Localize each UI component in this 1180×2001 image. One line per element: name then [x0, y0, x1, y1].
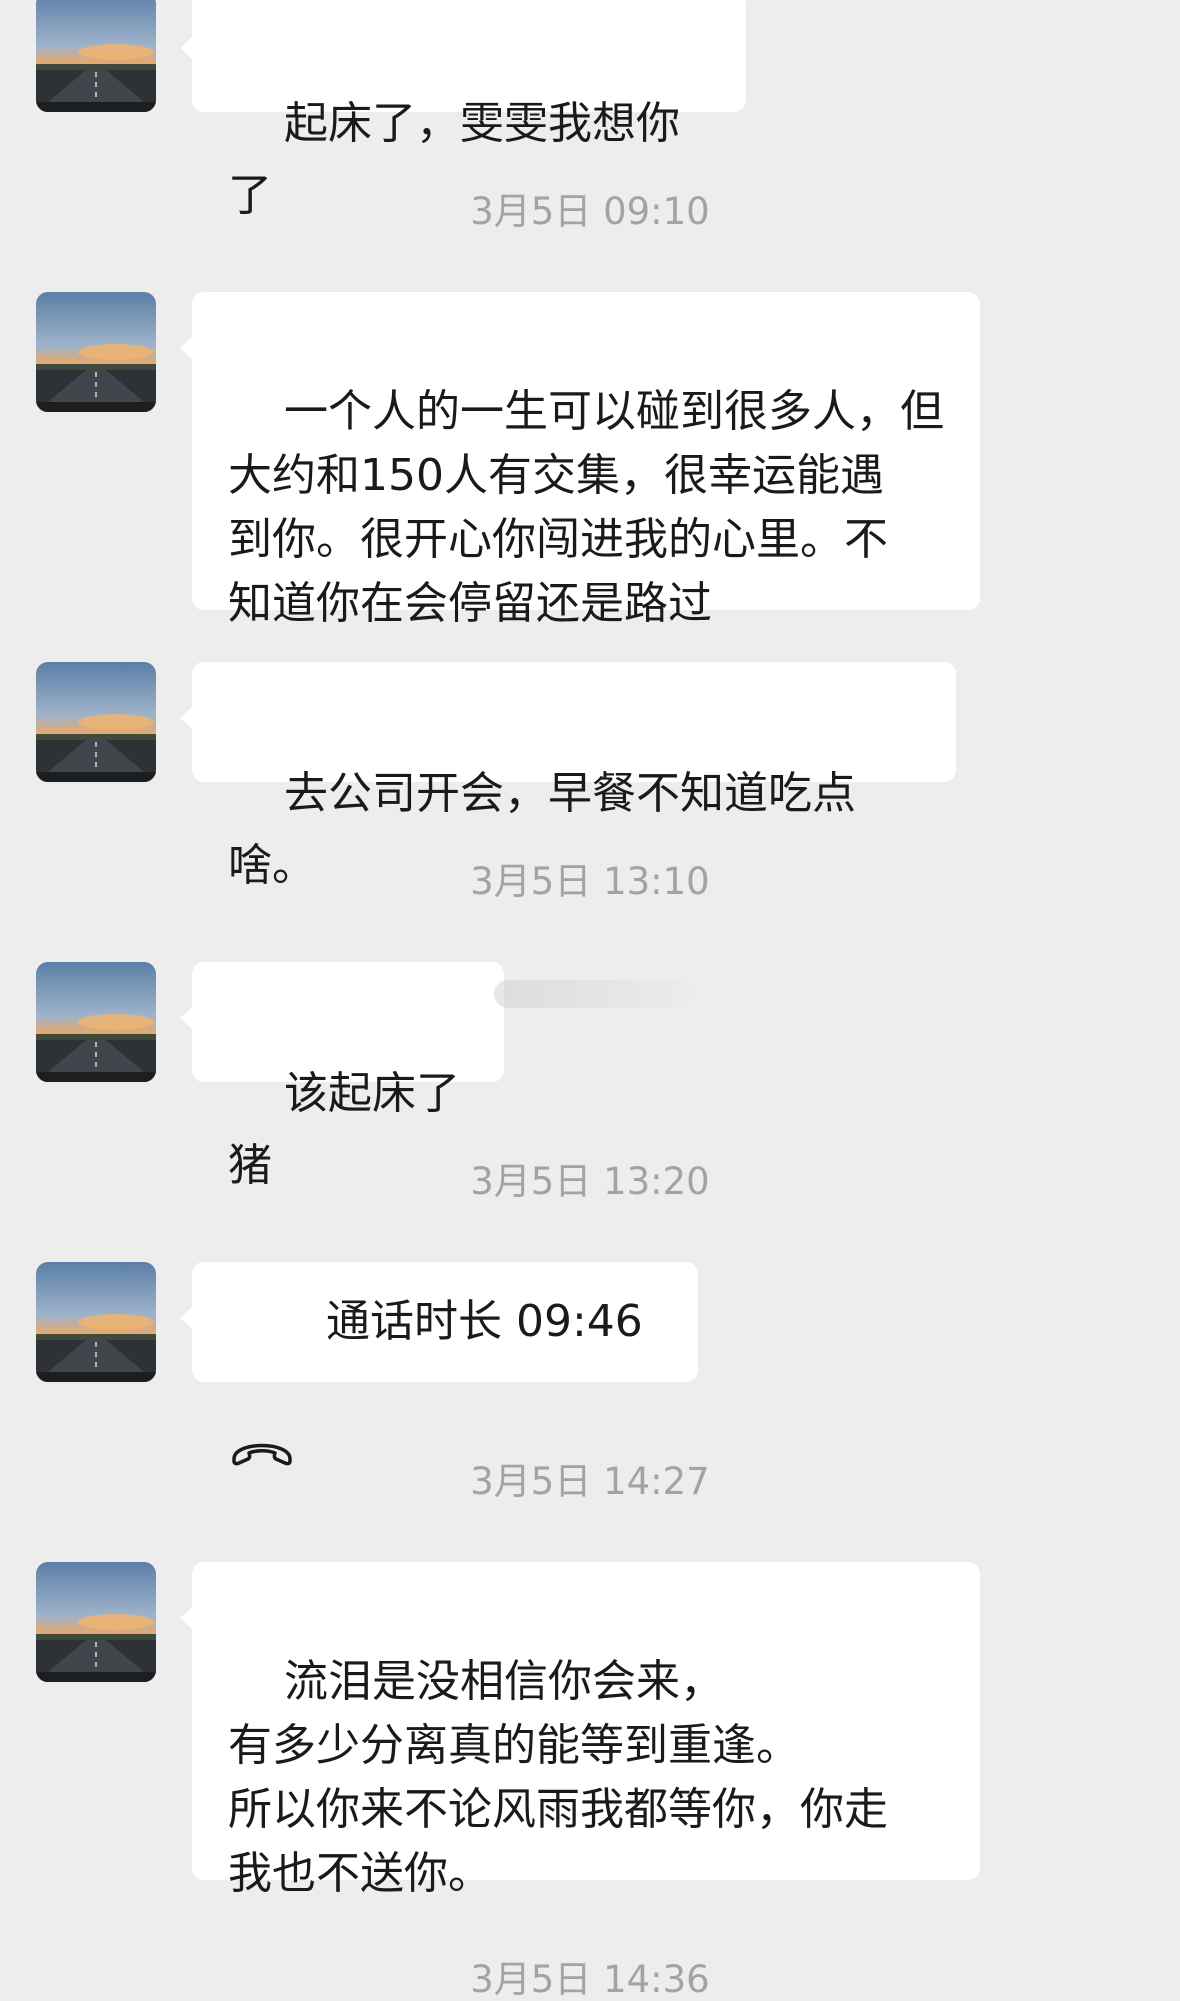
contact-avatar[interactable]	[36, 292, 156, 412]
message-timestamp: 3月5日 14:36	[470, 1958, 710, 2001]
message-text: 流泪是没相信你会来， 有多少分离真的能等到重逢。 所以你来不论风雨我都等你，你走…	[228, 1656, 888, 1899]
sunset-road-avatar-icon	[36, 662, 156, 782]
call-duration-text: 通话时长 09:46	[326, 1296, 643, 1347]
sunset-road-avatar-icon	[36, 962, 156, 1082]
contact-avatar[interactable]	[36, 1262, 156, 1382]
message-timestamp: 3月5日 09:10	[470, 190, 710, 233]
contact-avatar[interactable]	[36, 662, 156, 782]
message-bubble[interactable]: 去公司开会，早餐不知道吃点啥。	[180, 662, 956, 891]
contact-avatar[interactable]	[36, 962, 156, 1082]
blurred-watermark	[494, 980, 694, 1008]
message-timestamp: 3月5日 14:27	[470, 1460, 710, 1503]
contact-avatar[interactable]	[36, 1562, 156, 1682]
message-bubble[interactable]: 流泪是没相信你会来， 有多少分离真的能等到重逢。 所以你来不论风雨我都等你，你走…	[180, 1562, 980, 1899]
message-timestamp: 3月5日 13:20	[470, 1160, 710, 1203]
sunset-road-avatar-icon	[36, 292, 156, 412]
message-bubble[interactable]: 起床了，雯雯我想你了	[180, 0, 746, 221]
sunset-road-avatar-icon	[36, 1262, 156, 1382]
sunset-road-avatar-icon	[36, 0, 156, 112]
phone-hangup-icon	[228, 1305, 296, 1466]
contact-avatar[interactable]	[36, 0, 156, 112]
message-bubble[interactable]: 一个人的一生可以碰到很多人，但 大约和150人有交集，很幸运能遇 到你。很开心你…	[180, 292, 980, 629]
call-record-bubble[interactable]: 通话时长 09:46	[180, 1262, 698, 1466]
message-bubble[interactable]: 该起床了猪	[180, 962, 504, 1191]
message-timestamp: 3月5日 13:10	[470, 860, 710, 903]
message-text: 一个人的一生可以碰到很多人，但 大约和150人有交集，很幸运能遇 到你。很开心你…	[228, 386, 944, 629]
chat-message-list[interactable]: 起床了，雯雯我想你了 3月5日 09:10 一个人的一生可以碰到很多人，但 大约…	[0, 0, 1180, 2000]
sunset-road-avatar-icon	[36, 1562, 156, 1682]
